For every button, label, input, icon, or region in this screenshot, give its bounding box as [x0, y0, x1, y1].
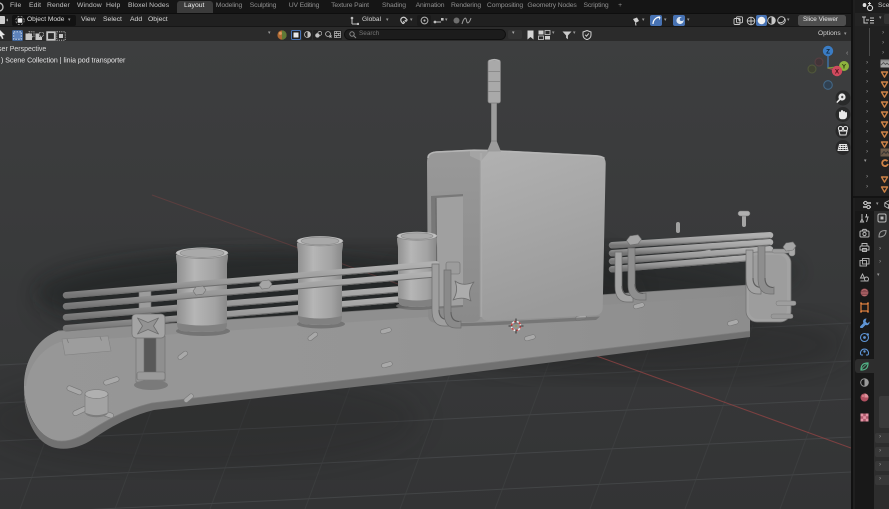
svg-text:User Perspective: User Perspective — [0, 46, 46, 53]
svg-text:) Scene Collection | linia pod: ) Scene Collection | linia pod transport… — [1, 58, 126, 65]
svg-text:Z: Z — [826, 49, 830, 56]
